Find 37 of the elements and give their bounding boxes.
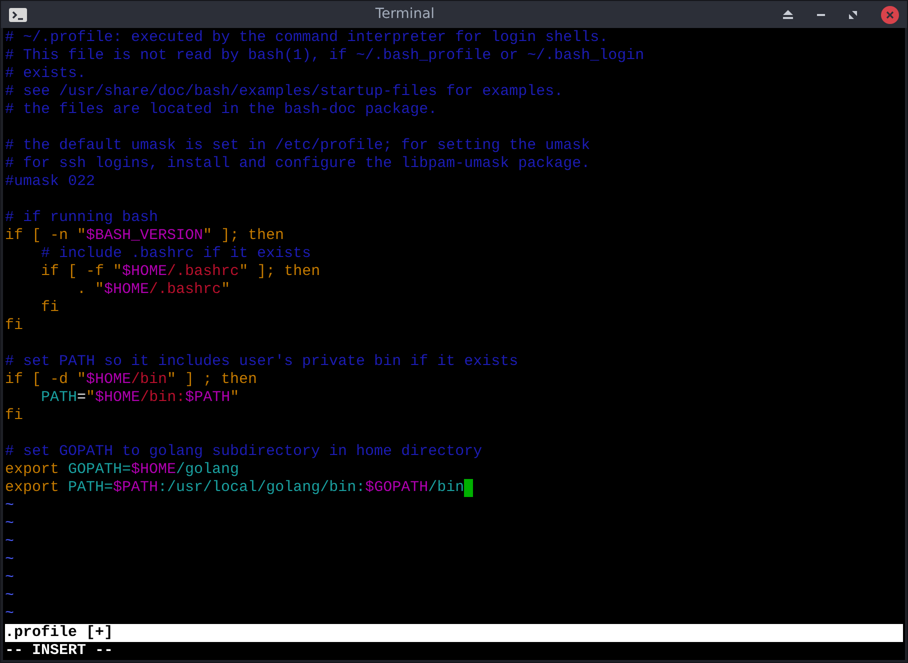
code-line: # set PATH so it includes user's private bin if it exists	[5, 353, 518, 370]
code-line: # for ssh logins, install and configure the libpam-umask package.	[5, 155, 590, 172]
code-line: if [ -f "$HOME/.bashrc" ]; then	[40, 263, 320, 280]
terminal-icon	[9, 8, 27, 22]
empty-line-marker: ~	[5, 533, 14, 550]
code-line: # the default umask is set in /etc/profile; for setting the umask	[5, 137, 590, 154]
code-line: # see /usr/share/doc/bash/examples/startup-files for examples.	[5, 83, 564, 100]
code-line: fi	[5, 317, 24, 334]
code-line: # ~/.profile: executed by the command interpreter for login shells.	[5, 29, 608, 46]
code-line: export PATH=$PATH:/usr/local/golang/bin:$GOPATH/bin	[5, 479, 464, 496]
terminal-area[interactable]	[3, 28, 905, 660]
empty-line-marker: ~	[5, 569, 14, 586]
restore-icon[interactable]	[849, 10, 857, 18]
empty-line-marker: ~	[5, 515, 14, 532]
code-line: if [ -n "$BASH_VERSION" ]; then	[5, 227, 284, 244]
code-line: if [ -d "$HOME/bin" ] ; then	[5, 371, 258, 388]
empty-line-marker: ~	[5, 497, 14, 514]
code-line: # the files are located in the bash-doc package.	[5, 101, 438, 118]
code-line: # if running bash	[5, 209, 158, 226]
code-line: export GOPATH=$HOME/golang	[5, 461, 240, 478]
mode-indicator: -- INSERT --	[5, 642, 114, 660]
code-line: # include .bashrc if it exists	[41, 245, 312, 262]
code-line: # exists.	[5, 65, 86, 82]
window-title: Terminal	[375, 5, 435, 24]
code-line: PATH="$HOME/bin:$PATH"	[41, 389, 240, 406]
code-line: # set GOPATH to golang subdirectory in home directory	[5, 443, 482, 460]
code-line: . "$HOME/.bashrc"	[76, 281, 230, 298]
empty-line-marker: ~	[5, 587, 14, 604]
code-line: #umask 022	[5, 173, 96, 190]
keep-above-icon[interactable]	[783, 10, 793, 19]
empty-line-marker: ~	[5, 605, 14, 622]
code-line: fi	[5, 407, 24, 424]
minimize-icon[interactable]	[817, 14, 825, 16]
close-icon[interactable]	[881, 6, 899, 24]
empty-line-marker: ~	[5, 551, 14, 568]
code-line: fi	[40, 299, 60, 316]
code-line: # This file is not read by bash(1), if ~/.bash_profile or ~/.bash_login	[5, 47, 644, 64]
